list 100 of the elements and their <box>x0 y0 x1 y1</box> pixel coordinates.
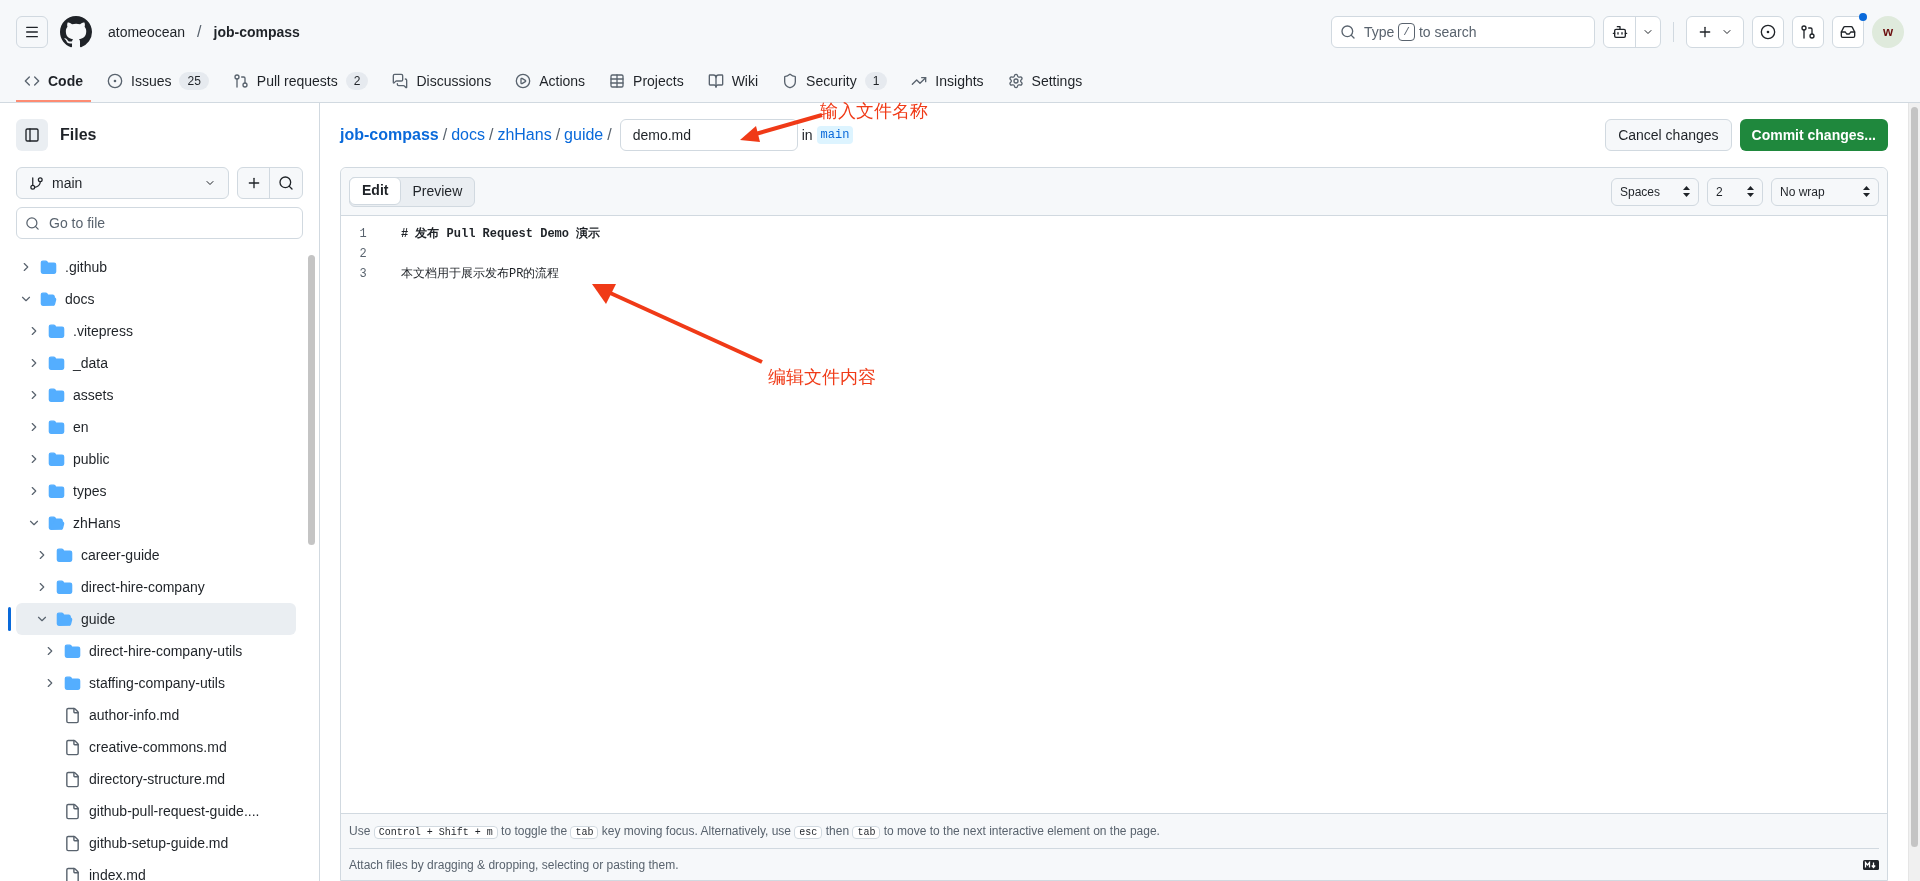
commit-changes-button[interactable]: Commit changes... <box>1739 119 1888 151</box>
github-logo-icon[interactable] <box>60 16 92 48</box>
nav-tab[interactable]: Code <box>16 62 91 102</box>
issues-button[interactable] <box>1752 16 1784 48</box>
folder-icon <box>48 386 65 404</box>
scrollbar[interactable] <box>308 255 315 545</box>
page-scrollbar[interactable] <box>1908 103 1920 881</box>
counter: 1 <box>864 72 888 90</box>
tree-item[interactable]: assets <box>16 379 296 411</box>
folder-icon <box>48 354 65 372</box>
cancel-changes-button[interactable]: Cancel changes <box>1605 119 1732 151</box>
pull-requests-button[interactable] <box>1792 16 1824 48</box>
tree-item[interactable]: guide <box>16 603 296 635</box>
tree-item[interactable]: career-guide <box>16 539 296 571</box>
book-icon <box>707 73 724 89</box>
avatar[interactable]: w <box>1872 16 1904 48</box>
path-separator: / <box>607 125 612 145</box>
search-placeholder: to search <box>1418 22 1477 42</box>
path-separator: / <box>555 125 561 145</box>
file-icon <box>64 802 81 820</box>
folder-icon <box>48 418 65 436</box>
nav-tab[interactable]: Security 1 <box>774 62 896 102</box>
tree-item[interactable]: _data <box>16 347 296 379</box>
menu-button[interactable] <box>16 16 48 48</box>
issue-icon <box>1760 24 1776 40</box>
collapse-sidebar-button[interactable] <box>16 119 48 151</box>
folder-icon <box>40 258 57 276</box>
file-icon <box>64 706 81 724</box>
tree-item[interactable]: public <box>16 443 296 475</box>
nav-tab[interactable]: Discussions <box>384 62 500 102</box>
pull-request-icon <box>232 73 249 89</box>
robot-icon <box>1611 24 1628 40</box>
tree-item[interactable]: author-info.md <box>16 699 296 731</box>
folder-icon <box>48 322 65 340</box>
search-field[interactable]: Type / to search <box>1331 16 1595 48</box>
file-icon <box>64 834 81 852</box>
breadcrumb-link[interactable]: docs <box>451 123 485 147</box>
sort-arrows-icon <box>1863 186 1870 197</box>
discussion-icon <box>392 73 409 89</box>
folder-icon <box>56 610 73 628</box>
create-button[interactable] <box>1686 16 1744 48</box>
branch-label: main <box>816 126 854 144</box>
line-number: 3 <box>358 266 368 283</box>
code-line: 本文档用于展示发布PR的流程 <box>401 266 560 283</box>
branch-icon <box>29 175 44 191</box>
indent-mode-select[interactable]: Spaces <box>1611 177 1699 206</box>
tree-item[interactable]: directory-structure.md <box>16 763 296 795</box>
pull-request-icon <box>1800 24 1816 40</box>
search-icon <box>278 175 294 191</box>
attach-files-hint: Attach files by dragging & dropping, selecting or pasting them. <box>349 856 679 874</box>
tree-item[interactable]: .vitepress <box>16 315 296 347</box>
tree-item[interactable]: direct-hire-company <box>16 571 296 603</box>
counter: 25 <box>179 72 209 90</box>
tree-item[interactable]: creative-commons.md <box>16 731 296 763</box>
nav-tab[interactable]: Actions <box>507 62 594 102</box>
tree-item[interactable]: types <box>16 475 296 507</box>
code-line: # 发布 Pull Request Demo 演示 <box>401 225 601 243</box>
annotation-text: 输入文件名称 <box>820 100 928 123</box>
breadcrumb-link[interactable]: job-compass <box>340 123 439 147</box>
line-number: 1 <box>358 226 368 243</box>
file-name-field[interactable]: demo.md <box>619 119 798 151</box>
nav-tab[interactable]: Issues 25 <box>99 62 217 102</box>
keyboard-hint: Use Control + Shift + m to toggle the tab key moving focus. Alternatively, use esc then tab to move to the next interactive element on the page. <box>349 823 1161 841</box>
nav-tab[interactable]: Projects <box>601 62 692 102</box>
path-separator: / <box>488 125 494 145</box>
folder-icon <box>48 514 65 532</box>
folder-icon <box>56 578 73 596</box>
copilot-button[interactable] <box>1603 16 1661 48</box>
branch-select[interactable]: main <box>16 167 229 199</box>
repo-link[interactable]: job-compass <box>213 21 300 43</box>
breadcrumb-link[interactable]: guide <box>564 123 604 147</box>
line-number: 2 <box>358 246 368 263</box>
editor-tab[interactable]: Preview <box>400 177 475 206</box>
tree-item[interactable]: github-pull-request-guide.... <box>16 795 296 827</box>
indent-size-select[interactable]: 2 <box>1707 177 1763 206</box>
shield-icon <box>782 73 799 89</box>
tree-item[interactable]: zhHans <box>16 507 296 539</box>
inbox-button[interactable] <box>1832 16 1864 48</box>
markdown-icon <box>1863 859 1879 870</box>
in-label: in <box>801 125 813 145</box>
nav-tab[interactable]: Wiki <box>699 62 767 102</box>
tree-item[interactable]: .github <box>16 251 296 283</box>
tree-item[interactable]: en <box>16 411 296 443</box>
nav-tab[interactable]: Settings <box>999 62 1091 102</box>
go-to-file-field[interactable]: Go to file <box>16 207 303 239</box>
nav-tab[interactable]: Insights <box>903 62 992 102</box>
tree-item[interactable]: docs <box>16 283 296 315</box>
owner-link[interactable]: atomeocean <box>108 21 186 43</box>
folder-icon <box>64 674 81 692</box>
editor-tab[interactable]: Edit <box>349 176 402 205</box>
search-icon <box>25 216 40 231</box>
breadcrumb-link[interactable]: zhHans <box>497 123 552 147</box>
tree-item[interactable]: index.md <box>16 859 296 881</box>
wrap-mode-select[interactable]: No wrap <box>1771 177 1879 206</box>
tree-item[interactable]: staffing-company-utils <box>16 667 296 699</box>
tree-item[interactable]: direct-hire-company-utils <box>16 635 296 667</box>
tree-item[interactable]: github-setup-guide.md <box>16 827 296 859</box>
table-icon <box>609 73 626 89</box>
issue-icon <box>107 73 123 89</box>
nav-tab[interactable]: Pull requests 2 <box>224 62 377 102</box>
